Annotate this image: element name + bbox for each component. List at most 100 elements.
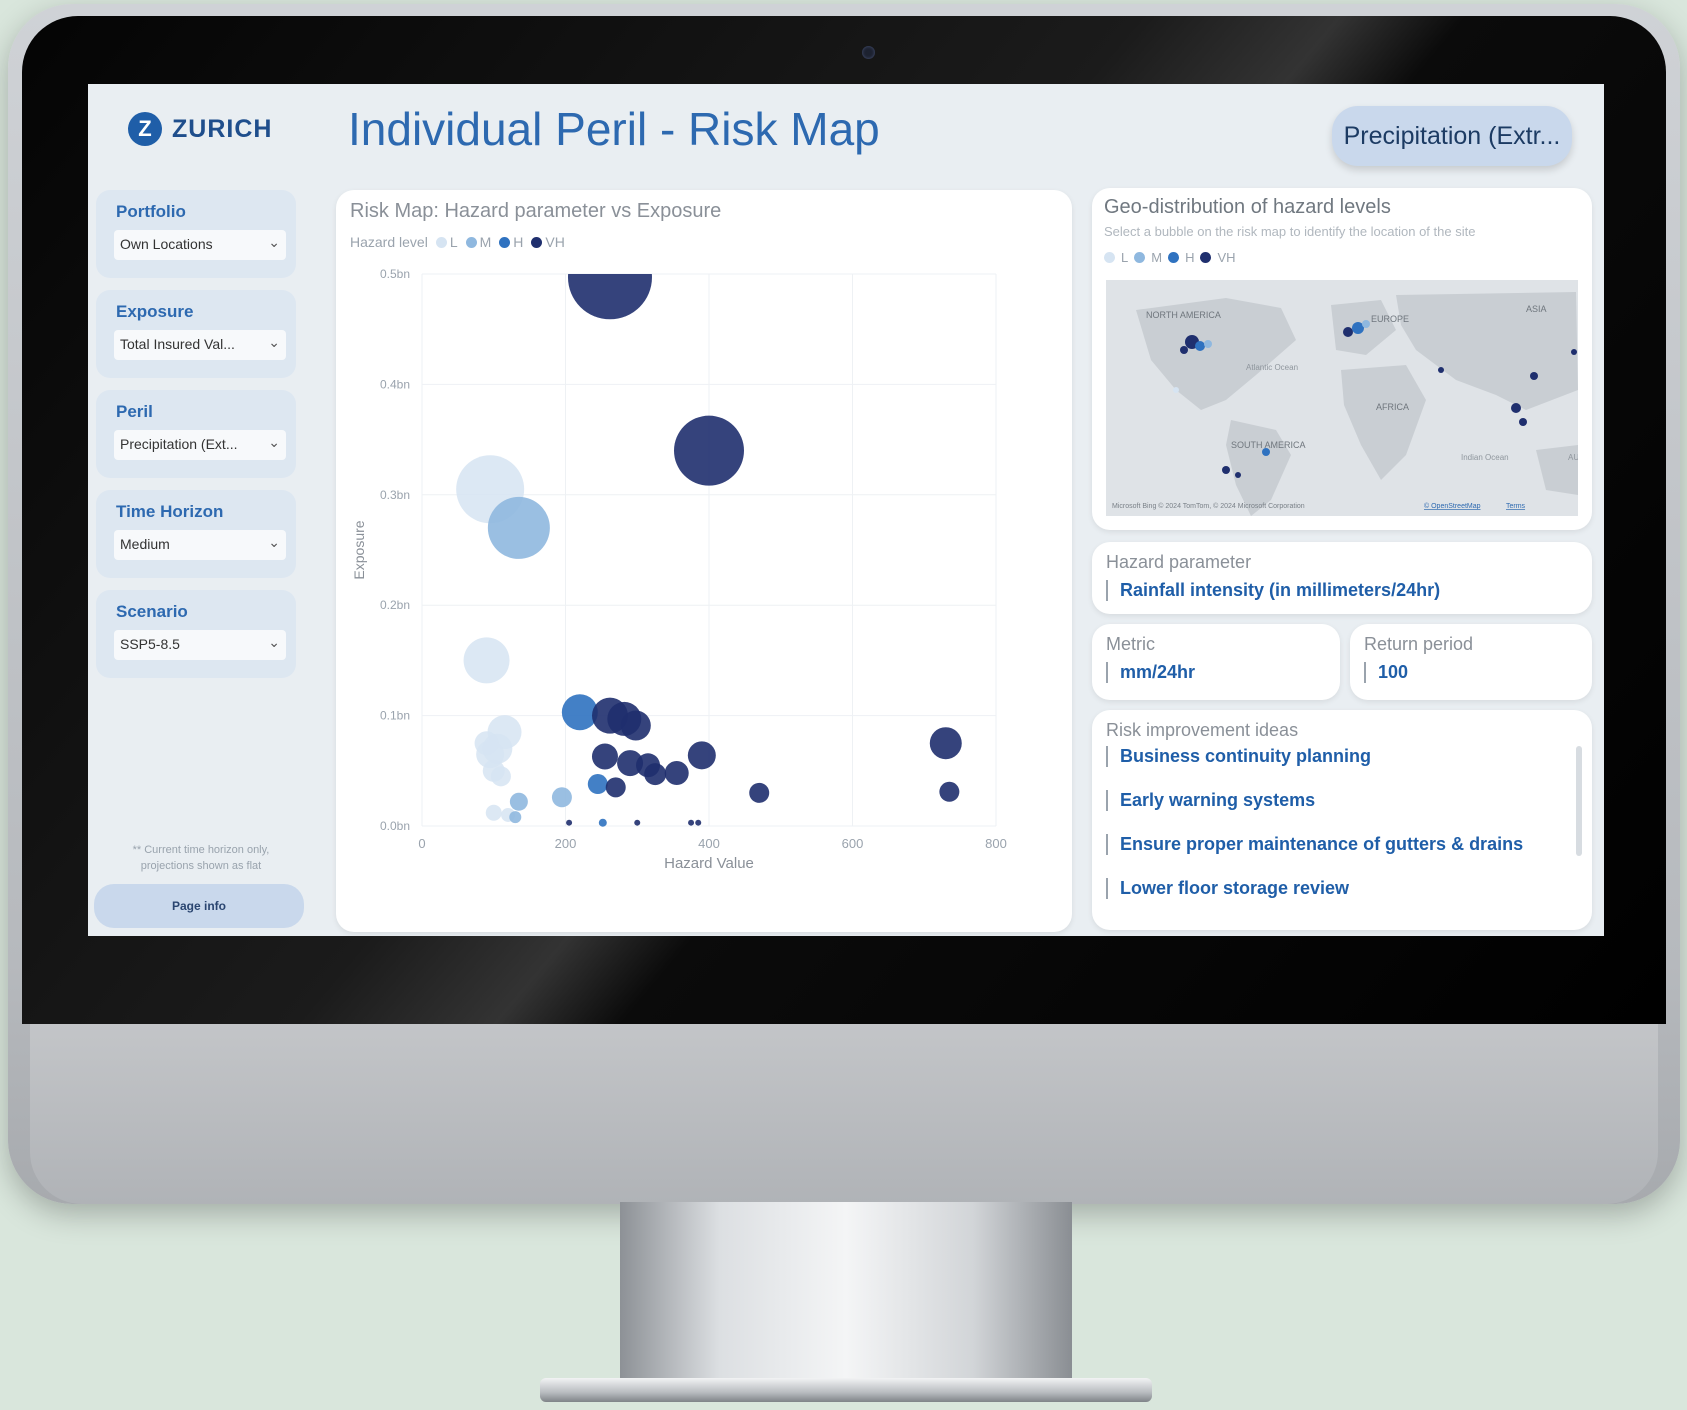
y-axis-label: Exposure [351, 520, 367, 579]
x-tick-label: 800 [985, 836, 1007, 851]
chevron-down-icon: ⌄ [268, 234, 280, 250]
legend-item-m[interactable]: M [465, 234, 491, 250]
scatter-point-h[interactable] [587, 774, 608, 795]
scatter-point-m[interactable] [487, 496, 550, 559]
y-tick-label: 0.1bn [380, 709, 410, 723]
scatter-point-vh[interactable] [674, 415, 744, 486]
legend-item-vh[interactable]: VH [531, 234, 565, 250]
scatter-point-vh[interactable] [695, 819, 702, 826]
metric-card: Metric mm/24hr [1092, 624, 1340, 700]
map-marker[interactable] [1438, 367, 1444, 373]
scatter-point-l[interactable] [490, 766, 511, 787]
ideas-scrollbar[interactable] [1576, 746, 1582, 856]
scatter-point-h[interactable] [598, 818, 607, 827]
legend-item-l[interactable]: L [435, 234, 458, 250]
map-marker[interactable] [1519, 418, 1527, 426]
geo-subtitle: Select a bubble on the risk map to ident… [1104, 224, 1476, 239]
time-horizon-dropdown[interactable]: Medium ⌄ [114, 530, 286, 560]
peril-dropdown[interactable]: Precipitation (Ext... ⌄ [114, 430, 286, 460]
scatter-point-vh[interactable] [664, 761, 689, 786]
return-period-value: 100 [1364, 662, 1408, 683]
scenario-dropdown[interactable]: SSP5-8.5 ⌄ [114, 630, 286, 660]
legend-item-h[interactable]: H [499, 234, 523, 250]
map-marker[interactable] [1222, 466, 1230, 474]
idea-item[interactable]: Ensure proper maintenance of gutters & d… [1106, 834, 1523, 855]
legend-dot-h [499, 236, 511, 248]
y-tick-label: 0.2bn [380, 598, 410, 612]
x-tick-label: 400 [698, 836, 720, 851]
scatter-point-vh[interactable] [591, 743, 618, 770]
portfolio-dropdown[interactable]: Own Locations ⌄ [114, 230, 286, 260]
openstreetmap-link[interactable]: © OpenStreetMap [1424, 502, 1481, 510]
page-title: Individual Peril - Risk Map [348, 103, 880, 155]
zurich-logo-text: ZURICH [172, 114, 273, 143]
legend-title: Hazard level [350, 234, 428, 250]
scatter-point-m[interactable] [551, 787, 572, 808]
exposure-dropdown[interactable]: Total Insured Val... ⌄ [114, 330, 286, 360]
risk-map-title: Risk Map: Hazard parameter vs Exposure [350, 200, 722, 222]
hazard-parameter-value: Rainfall intensity (in millimeters/24hr) [1106, 580, 1440, 601]
map-label-africa: AFRICA [1376, 402, 1409, 412]
scatter-point-l[interactable] [463, 637, 510, 684]
scatter-point-m[interactable] [509, 811, 522, 824]
scatter-point-l[interactable] [474, 731, 499, 756]
map-marker[interactable] [1362, 320, 1370, 328]
scatter-point-vh[interactable] [566, 819, 573, 826]
portfolio-filter: Portfolio Own Locations ⌄ [96, 190, 296, 278]
scatter-point-m[interactable] [509, 792, 528, 811]
terms-link[interactable]: Terms [1506, 503, 1526, 510]
peril-selector-button[interactable]: Precipitation (Extr... [1332, 106, 1572, 166]
legend-dot-vh [531, 236, 543, 248]
scatter-point-vh[interactable] [634, 819, 641, 826]
map-marker[interactable] [1262, 448, 1270, 456]
x-tick-label: 0 [418, 836, 425, 851]
chevron-down-icon: ⌄ [268, 434, 280, 450]
camera-icon [862, 46, 875, 59]
y-tick-label: 0.4bn [380, 377, 410, 391]
time-horizon-note: ** Current time horizon only, projection… [132, 844, 270, 872]
scatter-point-vh[interactable] [749, 782, 770, 803]
map-marker[interactable] [1530, 372, 1538, 380]
scatter-point-vh[interactable] [567, 235, 652, 320]
map-marker[interactable] [1195, 341, 1205, 351]
page-info-button[interactable]: Page info [94, 884, 304, 928]
map-marker[interactable] [1235, 472, 1241, 478]
scatter-point-vh[interactable] [620, 710, 651, 741]
return-period-label: Return period [1364, 634, 1474, 654]
metric-value: mm/24hr [1106, 662, 1195, 683]
scatter-point-vh[interactable] [644, 763, 667, 786]
x-axis-label: Hazard Value [664, 855, 754, 872]
map-label-europe: EUROPE [1371, 314, 1409, 324]
map-marker[interactable] [1571, 349, 1577, 355]
scatter-point-vh[interactable] [939, 781, 960, 802]
scatter-point-l[interactable] [485, 804, 502, 821]
map-marker[interactable] [1511, 403, 1521, 413]
peril-label: Peril [116, 402, 153, 421]
hazard-parameter-card: Hazard parameter Rainfall intensity (in … [1092, 542, 1592, 614]
exposure-filter: Exposure Total Insured Val... ⌄ [96, 290, 296, 378]
y-tick-label: 0.0bn [380, 819, 410, 833]
map-marker[interactable] [1343, 327, 1353, 337]
peril-filter: Peril Precipitation (Ext... ⌄ [96, 390, 296, 478]
exposure-value: Total Insured Val... [120, 336, 235, 352]
idea-item[interactable]: Business continuity planning [1106, 746, 1371, 767]
chevron-down-icon: ⌄ [268, 534, 280, 550]
scenario-label: Scenario [116, 602, 188, 621]
world-map[interactable]: NORTH AMERICA EUROPE ASIA AFRICA SOUTH A… [1106, 280, 1578, 516]
hazard-parameter-label: Hazard parameter [1106, 552, 1252, 572]
idea-item[interactable]: Early warning systems [1106, 790, 1315, 811]
geo-distribution-card: Geo-distribution of hazard levels Select… [1092, 188, 1592, 530]
geo-legend-dot-vh [1200, 252, 1212, 263]
idea-item[interactable]: Lower floor storage review [1106, 878, 1349, 899]
risk-map-scatter-chart[interactable]: 0 200 400 600 800 0.0bn 0.1bn 0.2bn 0.3bn 0.4bn 0.… [336, 190, 1072, 932]
map-marker[interactable] [1204, 340, 1212, 348]
scatter-point-vh[interactable] [605, 777, 626, 798]
scatter-point-vh[interactable] [929, 727, 962, 760]
scatter-point-vh[interactable] [688, 819, 695, 826]
chevron-down-icon: ⌄ [268, 334, 280, 350]
map-marker[interactable] [1173, 387, 1179, 393]
risk-improvement-label: Risk improvement ideas [1106, 720, 1299, 740]
map-marker[interactable] [1180, 346, 1188, 354]
scatter-point-vh[interactable] [687, 741, 716, 770]
time-horizon-label: Time Horizon [116, 502, 224, 521]
